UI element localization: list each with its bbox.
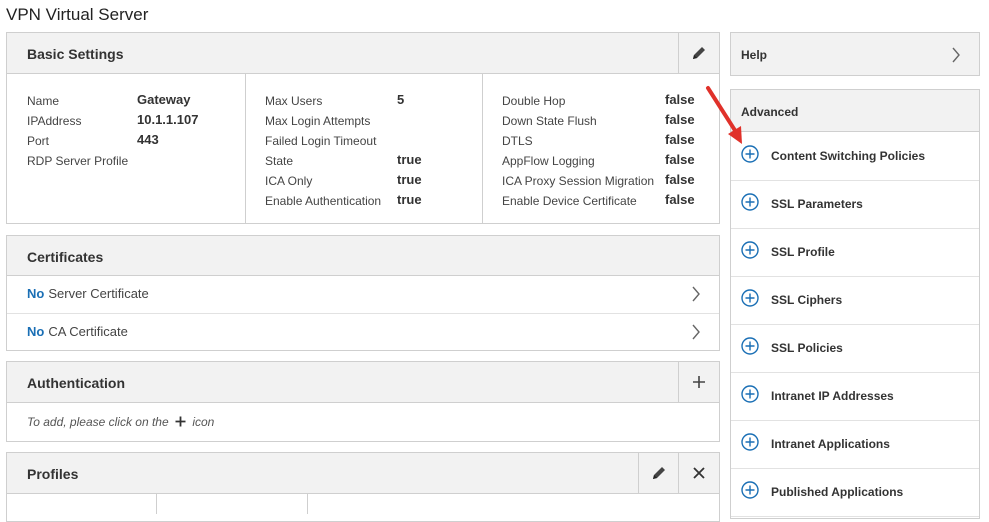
dtls-value: false [665, 132, 695, 147]
enable-device-certificate-value: false [665, 192, 695, 207]
help-title: Help [741, 48, 768, 62]
port-value: 443 [137, 132, 159, 147]
max-login-attempts-label: Max Login Attempts [265, 114, 371, 128]
authentication-hint: To add, please click on the icon [27, 415, 215, 429]
remove-profiles-button[interactable] [678, 453, 719, 493]
ica-proxy-session-migration-value: false [665, 172, 695, 187]
add-circle-icon [741, 481, 759, 499]
profiles-header: Profiles [7, 453, 719, 494]
pencil-icon [693, 47, 705, 59]
ca-certificate-status: No [27, 324, 45, 339]
down-state-flush-label: Down State Flush [502, 114, 597, 128]
profiles-title: Profiles [27, 466, 79, 482]
advanced-header: Advanced [731, 90, 979, 132]
advanced-item-label: SSL Policies [771, 341, 843, 355]
chevron-right-icon [692, 286, 700, 302]
name-value: Gateway [137, 92, 191, 107]
advanced-item-label: SSL Ciphers [771, 293, 843, 307]
advanced-panel: Advanced Content Switching Policies SSL … [730, 89, 980, 519]
server-certificate-label: Server Certificate [48, 286, 149, 301]
ca-certificate-row[interactable]: No CA Certificate [7, 313, 719, 351]
plus-icon [693, 376, 705, 388]
advanced-item-label: SSL Parameters [771, 197, 863, 211]
ica-only-value: true [397, 172, 422, 187]
authentication-header: Authentication [7, 362, 719, 403]
certificates-panel: Certificates No Server Certificate No CA C… [6, 235, 720, 351]
authentication-title: Authentication [27, 375, 125, 391]
add-authentication-button[interactable] [678, 362, 719, 402]
advanced-item-ssl-profile[interactable]: SSL Profile [731, 228, 979, 277]
add-circle-icon [741, 193, 759, 211]
state-label: State [265, 154, 294, 168]
advanced-item-content-switching-policies[interactable]: Content Switching Policies [731, 132, 979, 181]
add-circle-icon [741, 337, 759, 355]
advanced-item-ssl-parameters[interactable]: SSL Parameters [731, 180, 979, 229]
double-hop-value: false [665, 92, 695, 107]
ca-certificate-label: CA Certificate [48, 324, 128, 339]
enable-device-certificate-label: Enable Device Certificate [502, 194, 637, 208]
profiles-panel: Profiles [6, 452, 720, 522]
chevron-right-icon [952, 47, 960, 63]
port-label: Port [27, 134, 50, 148]
close-icon [693, 467, 705, 479]
max-users-value: 5 [397, 92, 405, 107]
appflow-logging-label: AppFlow Logging [502, 154, 595, 168]
add-circle-icon [741, 433, 759, 451]
advanced-item-label: Intranet Applications [771, 437, 890, 451]
ica-only-label: ICA Only [265, 174, 313, 188]
add-circle-icon [741, 289, 759, 307]
page-title: VPN Virtual Server [6, 5, 149, 24]
ipaddress-label: IPAddress [27, 114, 82, 128]
ica-proxy-session-migration-label: ICA Proxy Session Migration [502, 174, 655, 188]
advanced-item-intranet-applications[interactable]: Intranet Applications [731, 420, 979, 469]
ipaddress-value: 10.1.1.107 [137, 112, 199, 127]
advanced-item-ssl-policies[interactable]: SSL Policies [731, 324, 979, 373]
chevron-right-icon [692, 324, 700, 340]
basic-settings-title: Basic Settings [27, 46, 124, 62]
help-panel[interactable]: Help [730, 32, 980, 76]
advanced-item-label: Published Applications [771, 485, 904, 499]
add-circle-icon [741, 385, 759, 403]
basic-settings-panel: Basic Settings Name Gateway IPAddress 10… [6, 32, 720, 224]
certificates-title: Certificates [27, 249, 104, 265]
advanced-item-intranet-ip-addresses[interactable]: Intranet IP Addresses [731, 372, 979, 421]
basic-settings-col-options: Double Hop false Down State Flush false … [482, 74, 719, 223]
max-users-label: Max Users [265, 94, 323, 108]
appflow-logging-value: false [665, 152, 695, 167]
certificates-header: Certificates [7, 236, 719, 276]
basic-settings-col-general: Name Gateway IPAddress 10.1.1.107 Port 4… [7, 74, 245, 223]
profiles-col-divider [156, 494, 157, 514]
edit-profiles-button[interactable] [638, 453, 679, 493]
rdp-server-profile-label: RDP Server Profile [27, 154, 129, 168]
double-hop-label: Double Hop [502, 94, 566, 108]
plus-icon [175, 416, 186, 427]
server-certificate-status: No [27, 286, 45, 301]
enable-authentication-label: Enable Authentication [265, 194, 382, 208]
dtls-label: DTLS [502, 134, 533, 148]
basic-settings-col-login: Max Users 5 Max Login Attempts Failed Lo… [245, 74, 483, 223]
server-certificate-row[interactable]: No Server Certificate [7, 275, 719, 314]
basic-settings-header: Basic Settings [7, 33, 719, 74]
pencil-icon [653, 467, 665, 479]
enable-authentication-value: true [397, 192, 422, 207]
profiles-col-divider [307, 494, 308, 514]
advanced-item-label: Intranet IP Addresses [771, 389, 894, 403]
advanced-item-published-applications[interactable]: Published Applications [731, 468, 979, 517]
name-label: Name [27, 94, 60, 108]
authentication-panel: Authentication To add, please click on t… [6, 361, 720, 442]
advanced-item-label: Content Switching Policies [771, 149, 926, 163]
state-value: true [397, 152, 422, 167]
advanced-item-ssl-ciphers[interactable]: SSL Ciphers [731, 276, 979, 325]
failed-login-timeout-label: Failed Login Timeout [265, 134, 377, 148]
annotation-arrow-icon [706, 86, 742, 144]
advanced-item-label: SSL Profile [771, 245, 835, 259]
add-circle-icon [741, 241, 759, 259]
edit-basic-settings-button[interactable] [678, 33, 719, 73]
down-state-flush-value: false [665, 112, 695, 127]
